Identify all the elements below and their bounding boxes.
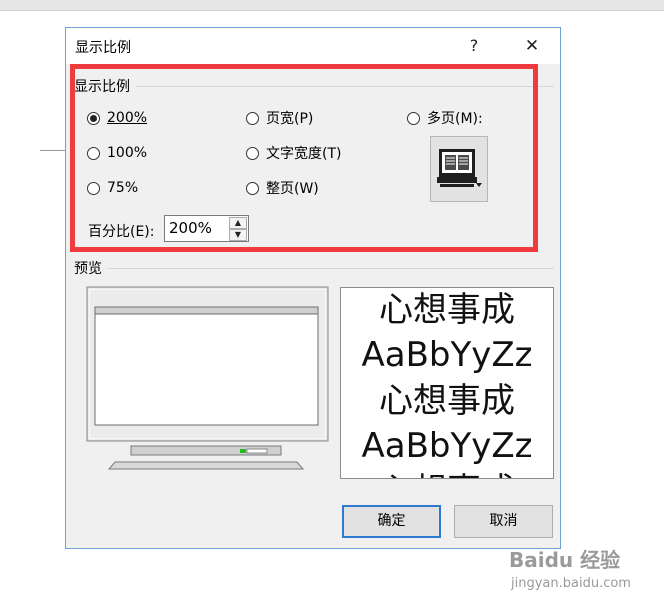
highlight-box — [70, 64, 538, 252]
sample-line: AaBbYyZz — [361, 426, 533, 466]
sample-line: 心想事成 — [341, 471, 553, 478]
dialog-titlebar: 显示比例 ? ✕ — [66, 28, 560, 64]
sample-line: AaBbYyZz — [361, 335, 533, 375]
cancel-button[interactable]: 取消 — [454, 505, 553, 538]
help-button[interactable]: ? — [460, 32, 488, 60]
close-button[interactable]: ✕ — [518, 32, 546, 60]
watermark-brand: Baidu 经验 — [509, 548, 621, 572]
preview-sample-text: 心想事成 AaBbYyZz 心想事成 AaBbYyZz 心想事成 — [340, 287, 554, 479]
preview-group-label: 预览 — [74, 261, 102, 277]
sample-line: 心想事成 — [379, 381, 515, 421]
watermark-url: jingyan.baidu.com — [511, 576, 631, 591]
preview-group-divider — [108, 268, 554, 269]
app-top-strip — [0, 0, 664, 11]
baidu-watermark: Baidu 经验 jingyan.baidu.com — [497, 540, 662, 600]
preview-monitor-image — [85, 286, 331, 476]
document-ruler-mark — [40, 150, 66, 151]
sample-line: 心想事成 — [379, 290, 515, 330]
ok-button[interactable]: 确定 — [342, 505, 441, 538]
dialog-title: 显示比例 — [75, 40, 131, 56]
